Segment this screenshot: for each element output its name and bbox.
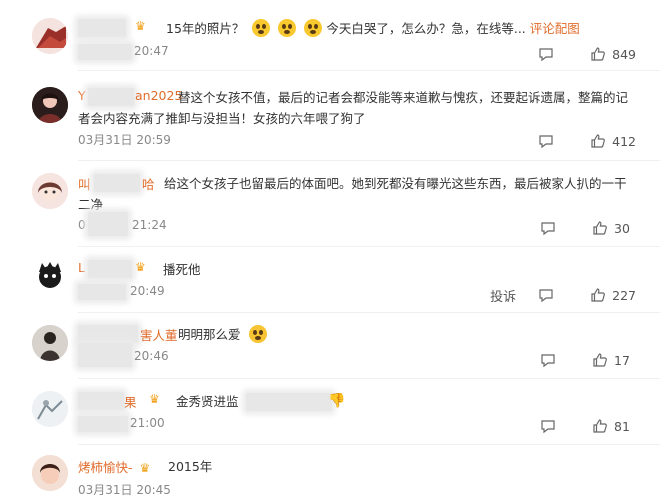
reply-button[interactable] — [538, 133, 554, 149]
name-text: 害人董 — [140, 328, 178, 343]
comment-icon — [541, 354, 555, 368]
thumbs-down-emoji-icon: 👎 — [328, 393, 346, 409]
like-count: 81 — [614, 418, 630, 434]
like-button[interactable]: 849 — [590, 46, 636, 62]
comment-text: 15年的照片？ — [166, 21, 245, 36]
name-blur — [78, 325, 138, 343]
comment-body: 替这个女孩不值，最后的记者会都没能等来道歉与愧疚，还要起诉遗属，整篇的记者会内容… — [78, 90, 629, 126]
comment-icon — [541, 222, 555, 236]
text-blur — [246, 393, 332, 411]
comment-body: 给这个女孩子也留最后的体面吧。她到死都没有曝光这些东西，最后被家人扒的一干二净 — [78, 176, 627, 212]
reply-button[interactable] — [540, 418, 556, 434]
comment-actions: 30 — [540, 218, 636, 238]
like-count: 17 — [614, 352, 630, 368]
shocked-emoji-icon — [278, 19, 297, 37]
time-text: 20:47 — [134, 44, 169, 58]
crown-icon: ♛ — [135, 260, 146, 274]
avatar[interactable] — [32, 18, 68, 54]
comment-actions: 17 — [540, 350, 636, 370]
comment-icon — [539, 289, 553, 303]
like-count: 412 — [612, 133, 636, 149]
avatar[interactable] — [32, 325, 68, 361]
date-blur — [78, 284, 126, 300]
reply-button[interactable] — [538, 46, 554, 62]
like-button[interactable]: 30 — [592, 220, 636, 236]
reply-button[interactable] — [538, 287, 554, 303]
thumbs-up-icon — [593, 419, 607, 433]
username[interactable]: 烤柿愉快- ♛ — [78, 457, 150, 476]
time-text: 20:46 — [134, 349, 169, 363]
name-text: 烤柿愉快- — [78, 460, 133, 475]
thumbs-up-icon — [593, 353, 607, 367]
name-text: L — [78, 260, 85, 275]
reply-button[interactable] — [540, 220, 556, 236]
shocked-emoji-icon — [304, 19, 323, 37]
comment-body: 2015年 — [168, 459, 213, 474]
username[interactable]: L ♛ — [78, 260, 146, 278]
comment-body: 明明那么爱 — [178, 324, 636, 345]
name-blur — [78, 19, 126, 37]
like-button[interactable]: 227 — [590, 287, 636, 303]
comment-list: ♛ 15年的照片？ 今天白哭了，怎么办？急，在线等... 评论配图 20:47 … — [0, 0, 660, 497]
name-text: 果 — [124, 395, 137, 410]
like-count: 849 — [612, 46, 636, 62]
comment-icon — [541, 420, 555, 434]
date-blur — [78, 44, 132, 60]
date-blur — [78, 343, 132, 367]
time-text: 20:49 — [130, 284, 165, 298]
like-button[interactable]: 81 — [592, 418, 636, 434]
avatar[interactable] — [32, 257, 68, 293]
crown-icon: ♛ — [149, 392, 160, 406]
date-blur — [88, 212, 128, 236]
comment-icon — [539, 135, 553, 149]
comment-actions: 投诉 227 — [490, 285, 636, 305]
shocked-emoji-icon — [252, 19, 271, 37]
time-text: 0 — [78, 218, 86, 232]
comment-actions: 849 — [538, 44, 636, 64]
name-blur — [78, 392, 124, 410]
time-text: 21:24 — [132, 218, 167, 232]
comment-time: 03月31日 20:59 — [78, 133, 171, 147]
divider — [78, 160, 660, 161]
divider — [78, 70, 660, 71]
like-count: 227 — [612, 287, 636, 303]
date-blur — [78, 416, 128, 432]
divider — [78, 378, 660, 379]
like-count: 30 — [614, 220, 630, 236]
laugh-cry-emoji-icon — [248, 325, 267, 343]
report-button[interactable]: 投诉 — [490, 286, 516, 305]
comment-time: 03月31日 20:45 — [78, 483, 171, 497]
comment-icon — [539, 48, 553, 62]
comment-body: 播死他 — [163, 262, 201, 277]
divider — [78, 312, 660, 313]
comment-text: 金秀贤进监 — [176, 394, 239, 409]
thumbs-up-icon — [591, 134, 606, 148]
like-button[interactable]: 412 — [590, 133, 636, 149]
name-blur — [88, 260, 132, 278]
divider — [78, 246, 660, 247]
comment-body: 15年的照片？ 今天白哭了，怎么办？急，在线等... 评论配图 — [166, 18, 636, 39]
thumbs-up-icon — [591, 47, 606, 61]
divider — [78, 444, 660, 445]
comment-text: 明明那么爱 — [178, 327, 241, 342]
comment-actions: 81 — [540, 416, 636, 436]
comment-text: 今天白哭了，怎么办？急，在线等... — [326, 21, 526, 36]
crown-icon: ♛ — [139, 461, 151, 475]
like-button[interactable]: 17 — [592, 352, 636, 368]
thumbs-up-icon — [591, 288, 606, 302]
comment-image-link[interactable]: 评论配图 — [530, 21, 580, 36]
comment-body: 金秀贤进监 👎 — [176, 391, 636, 412]
crown-icon: ♛ — [135, 19, 146, 33]
avatar[interactable] — [32, 455, 68, 491]
avatar[interactable] — [32, 87, 68, 123]
comment-time: 0 21:24 — [78, 212, 167, 236]
thumbs-up-icon — [593, 221, 607, 235]
comment-actions: 412 — [538, 131, 636, 151]
avatar[interactable] — [32, 391, 68, 427]
reply-button[interactable] — [540, 352, 556, 368]
avatar[interactable] — [32, 173, 68, 209]
time-text: 21:00 — [130, 416, 165, 430]
